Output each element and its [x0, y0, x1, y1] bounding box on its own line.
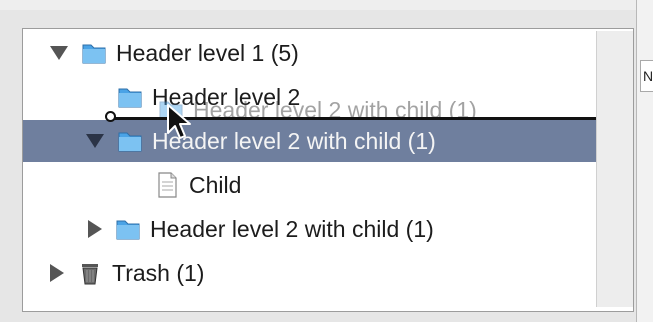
outline-row-child[interactable]: Child: [153, 164, 241, 206]
row-label: Header level 2 with child (1): [150, 215, 434, 242]
trash-icon: [82, 264, 98, 285]
drop-indicator-circle: [105, 111, 116, 122]
disclosure-triangle-expanded-icon[interactable]: [50, 46, 68, 60]
outline-row-header-level-1[interactable]: Header level 1 (5): [50, 32, 299, 74]
outline-row-header-level-2-with-child-collapsed[interactable]: Header level 2 with child (1): [88, 208, 434, 250]
adjacent-panel: [636, 0, 653, 322]
row-label: Header level 1 (5): [116, 39, 299, 66]
adjacent-column-header[interactable]: N: [640, 60, 653, 92]
folder-icon: [116, 220, 140, 240]
outline-row-header-level-2-with-child-selected[interactable]: Header level 2 with child (1): [23, 120, 596, 162]
folder-icon: [82, 44, 106, 64]
outline-row-trash[interactable]: Trash (1): [50, 252, 204, 294]
disclosure-triangle-expanded-icon[interactable]: [86, 134, 104, 148]
row-label: Trash (1): [112, 259, 205, 286]
row-label: Header level 2 with child (1): [152, 127, 436, 154]
folder-icon: [118, 88, 142, 108]
row-label: Child: [189, 171, 242, 198]
mouse-pointer-icon: [167, 104, 191, 139]
folder-icon: [118, 132, 142, 152]
disclosure-triangle-collapsed-icon[interactable]: [88, 220, 102, 238]
vertical-scrollbar-track[interactable]: [596, 31, 633, 307]
window-top-strip: [0, 0, 653, 10]
disclosure-triangle-collapsed-icon[interactable]: [50, 264, 64, 282]
document-icon: [158, 172, 177, 198]
